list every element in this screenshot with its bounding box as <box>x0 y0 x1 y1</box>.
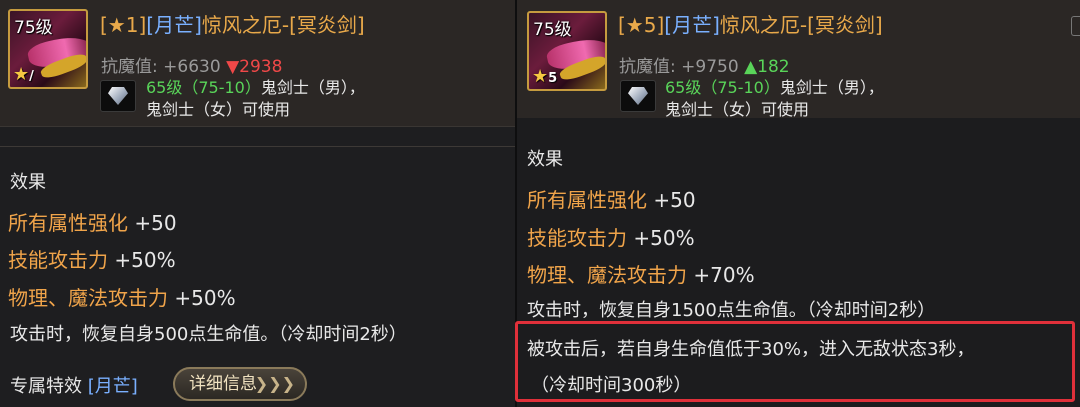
divider <box>0 146 517 147</box>
effects-heading: 效果 <box>10 172 46 193</box>
star-icon: ★5 <box>532 66 558 87</box>
level-requirement: 65级（75-10）鬼剑士（男）， <box>146 78 365 97</box>
item-title: [★5][月芒]惊风之厄-[冥炎剑] <box>618 9 883 38</box>
effect-heal-note: 攻击时，恢复自身500点生命值。（冷却时间2秒） <box>10 324 407 345</box>
class-requirement: 鬼剑士（女）可使用 <box>665 100 810 119</box>
star-icon: ★/ <box>13 64 34 85</box>
effect-skill-attack: 技能攻击力 +50% <box>8 248 176 272</box>
item-level-badge: 75级 <box>533 20 572 40</box>
diamond-icon <box>100 80 136 112</box>
class-requirement: 鬼剑士（女）可使用 <box>146 100 291 119</box>
chevron-right-icon: ❯❯❯ <box>254 374 295 393</box>
highlight-annotation <box>515 321 1075 402</box>
detail-info-button[interactable]: 详细信息 ❯❯❯ <box>173 367 307 401</box>
set-tag: [月芒] <box>146 13 202 37</box>
diamond-icon <box>620 80 656 112</box>
item-tooltip-left: 75级 ★/ [★1][月芒]惊风之厄-[冥炎剑] 抗魔值: +6630 ▼29… <box>0 0 517 407</box>
effect-skill-attack: 技能攻击力 +50% <box>527 226 695 250</box>
item-icon[interactable]: 75级 ★5 <box>527 11 607 91</box>
item-icon[interactable]: 75级 ★/ <box>8 9 88 89</box>
star-rank: [★1] <box>100 13 147 37</box>
effect-all-stats: 所有属性强化 +50 <box>527 188 696 212</box>
effect-all-stats: 所有属性强化 +50 <box>8 211 177 235</box>
item-level-badge: 75级 <box>14 18 53 38</box>
item-name: 惊风之厄-[冥炎剑] <box>201 13 365 37</box>
set-tag: [月芒] <box>664 13 720 37</box>
exclusive-effect: 专属特效 [月芒] <box>10 376 138 397</box>
effect-phys-magic-attack: 物理、魔法攻击力 +50% <box>8 286 236 310</box>
window-edge-fragment <box>1071 16 1080 36</box>
effect-phys-magic-attack: 物理、魔法攻击力 +70% <box>527 263 755 287</box>
effect-heal-note: 攻击时，恢复自身1500点生命值。（冷却时间2秒） <box>527 300 936 321</box>
level-requirement: 65级（75-10）鬼剑士（男）， <box>665 78 884 97</box>
item-name: 惊风之厄-[冥炎剑] <box>719 13 883 37</box>
star-rank: [★5] <box>618 13 665 37</box>
effects-heading: 效果 <box>527 149 563 170</box>
item-title: [★1][月芒]惊风之厄-[冥炎剑] <box>100 9 365 38</box>
